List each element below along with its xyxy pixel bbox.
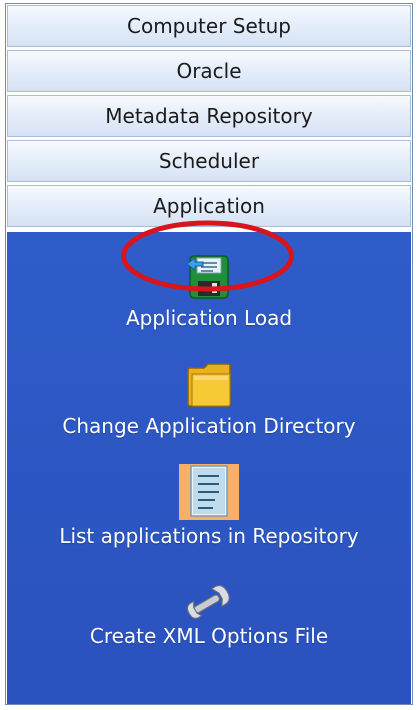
document-list-icon bbox=[179, 464, 239, 520]
tool-label: List applications in Repository bbox=[59, 524, 359, 548]
tool-change-application-directory[interactable]: Change Application Directory bbox=[7, 358, 411, 438]
section-label: Metadata Repository bbox=[105, 104, 313, 128]
section-label: Oracle bbox=[176, 59, 242, 83]
tool-label: Application Load bbox=[125, 306, 293, 330]
tool-list-applications-in-repository[interactable]: List applications in Repository bbox=[7, 464, 411, 548]
application-navigator-panel: Computer Setup Oracle Metadata Repositor… bbox=[5, 3, 413, 705]
application-tools-area: Application Load Change Application Dire… bbox=[7, 232, 411, 704]
section-label: Scheduler bbox=[158, 149, 260, 173]
tool-label: Create XML Options File bbox=[89, 624, 329, 648]
section-label: Computer Setup bbox=[127, 14, 291, 38]
section-metadata-repository[interactable]: Metadata Repository bbox=[7, 95, 411, 137]
tool-label: Change Application Directory bbox=[62, 414, 356, 438]
highlight-annotation-ring bbox=[121, 220, 294, 292]
section-computer-setup[interactable]: Computer Setup bbox=[7, 5, 411, 47]
section-oracle[interactable]: Oracle bbox=[7, 50, 411, 92]
section-scheduler[interactable]: Scheduler bbox=[7, 140, 411, 182]
folder-icon bbox=[187, 363, 231, 407]
wrench-icon bbox=[186, 584, 230, 619]
tool-create-xml-options-file[interactable]: Create XML Options File bbox=[7, 584, 411, 648]
section-label: Application bbox=[153, 194, 265, 218]
